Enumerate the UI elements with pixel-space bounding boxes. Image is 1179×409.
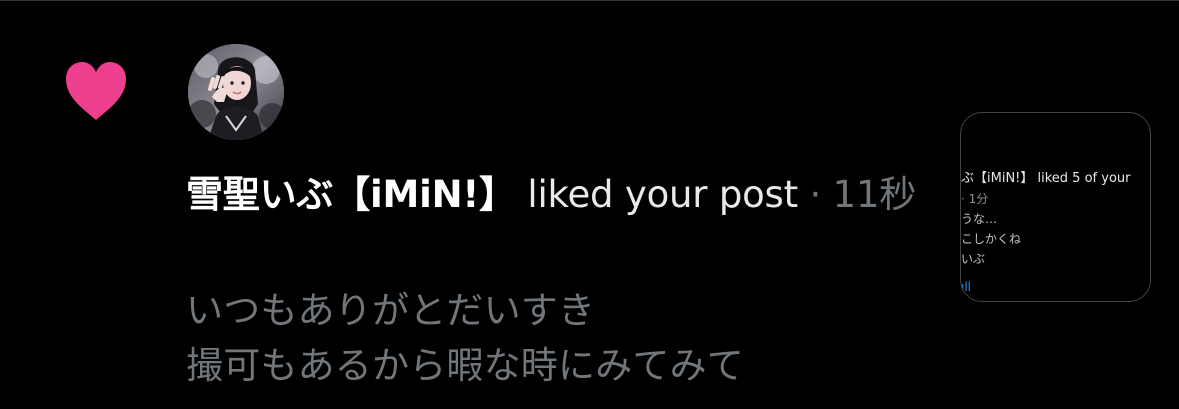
heart-icon	[66, 62, 126, 120]
like-notification[interactable]: 雪聖いぶ【iMiN!】 liked your post · 11秒 いつもありが…	[0, 1, 1179, 409]
thumbnail-line-3: うな…	[961, 212, 998, 226]
notification-headline: 雪聖いぶ【iMiN!】 liked your post · 11秒	[186, 169, 926, 221]
post-thumbnail[interactable]: ぶ【iMiN!】 liked 5 of your · 1分 うな… こしかくね …	[960, 112, 1151, 302]
post-preview[interactable]: いつもありがとだいすき 撮可もあるから暇な時にみてみて	[186, 283, 906, 393]
avatar-image	[188, 44, 284, 140]
thumbnail-line-1: ぶ【iMiN!】 liked 5 of your	[961, 171, 1131, 186]
thumbnail-content: ぶ【iMiN!】 liked 5 of your · 1分 うな… こしかくね …	[961, 169, 1150, 293]
post-line-1: いつもありがとだいすき	[186, 289, 596, 332]
notification-action: liked your post	[515, 173, 798, 216]
time-separator: ·	[797, 173, 833, 216]
thumbnail-line-4: こしかくね	[961, 232, 1022, 246]
user-name[interactable]: 雪聖いぶ【iMiN!】	[186, 173, 516, 216]
user-avatar[interactable]	[188, 44, 284, 140]
thumbnail-line-2: · 1分	[961, 192, 989, 206]
post-line-2: 撮可もあるから暇な時にみてみて	[186, 344, 744, 387]
thumbnail-line-5: いぶ	[961, 252, 986, 266]
timestamp: 11秒	[832, 173, 917, 216]
thumbnail-link[interactable]: ıll	[961, 277, 1150, 293]
